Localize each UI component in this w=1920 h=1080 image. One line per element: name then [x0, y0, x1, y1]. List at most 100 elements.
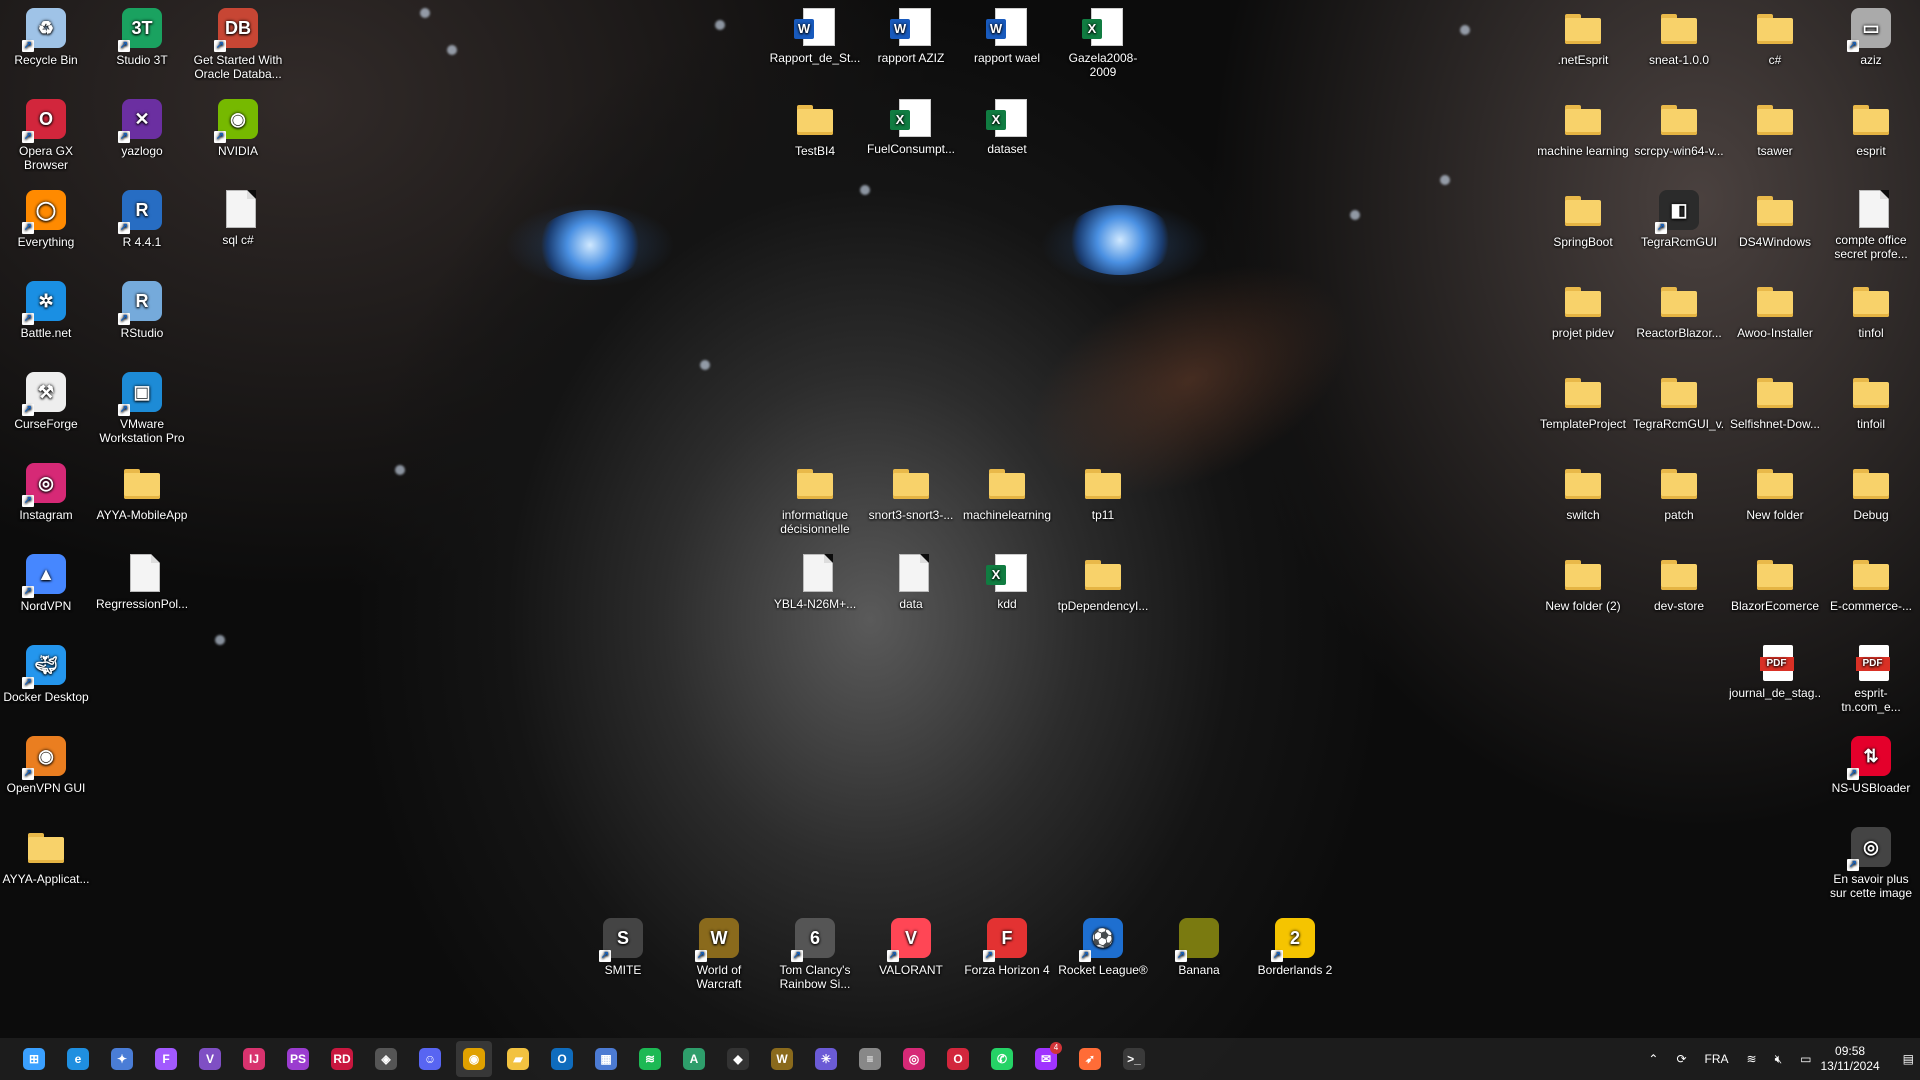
desktop-icon[interactable]: Gazela2008-2009 [1057, 0, 1149, 90]
desktop-icon[interactable]: tpDependencyI... [1057, 546, 1149, 636]
taskbar-network[interactable]: ▦ [588, 1041, 624, 1077]
taskbar-phpstorm[interactable]: PS [280, 1041, 316, 1077]
taskbar-instagram[interactable]: ◎ [896, 1041, 932, 1077]
clock[interactable]: 09:58 13/11/2024 [1820, 1044, 1879, 1074]
desktop-icon[interactable]: 🐳︎Docker Desktop [0, 637, 92, 727]
taskbar-database[interactable]: ≡ [852, 1041, 888, 1077]
taskbar-chrome[interactable]: ◉ [456, 1041, 492, 1077]
desktop-icon[interactable]: projet pidev [1537, 273, 1629, 363]
desktop-icon[interactable]: dataset [961, 91, 1053, 181]
taskbar-android-studio[interactable]: A [676, 1041, 712, 1077]
desktop-icon[interactable]: snort3-snort3-... [865, 455, 957, 545]
sync-icon[interactable]: ⟳ [1676, 1052, 1686, 1066]
desktop-icon[interactable]: c# [1729, 0, 1821, 90]
taskbar-intellij[interactable]: IJ [236, 1041, 272, 1077]
desktop-icon[interactable]: E-commerce-... [1825, 546, 1917, 636]
taskbar-terminal[interactable]: >_ [1116, 1041, 1152, 1077]
desktop-icon[interactable]: OOpera GX Browser [0, 91, 92, 181]
desktop-icon[interactable]: ✕yazlogo [96, 91, 188, 181]
desktop-icon[interactable]: FuelConsumpt... [865, 91, 957, 181]
desktop-icon[interactable]: ReactorBlazor... [1633, 273, 1725, 363]
desktop-icon[interactable]: Awoo-Installer [1729, 273, 1821, 363]
taskbar-app-store[interactable]: ✦ [104, 1041, 140, 1077]
desktop-icon[interactable]: ♻Recycle Bin [0, 0, 92, 90]
taskbar-opera[interactable]: O [940, 1041, 976, 1077]
chevron-up-icon[interactable]: ⌃ [1648, 1052, 1658, 1066]
language-indicator[interactable]: FRA [1705, 1052, 1729, 1066]
desktop-icon[interactable]: ✲Battle.net [0, 273, 92, 363]
desktop-icon[interactable]: ⚽Rocket League® [1057, 910, 1149, 1000]
desktop-icon[interactable]: TemplateProject [1537, 364, 1629, 454]
desktop-icon[interactable]: 2Borderlands 2 [1249, 910, 1341, 1000]
desktop-icon[interactable]: ▣VMware Workstation Pro [96, 364, 188, 454]
desktop-icon[interactable]: 3TStudio 3T [96, 0, 188, 90]
desktop-icon[interactable]: VVALORANT [865, 910, 957, 1000]
desktop-icon[interactable]: journal_de_stag... [1729, 637, 1821, 727]
taskbar-edge[interactable]: e [60, 1041, 96, 1077]
desktop-icon[interactable]: ◧TegraRcmGUI [1633, 182, 1725, 272]
desktop-icon[interactable]: ▲NordVPN [0, 546, 92, 636]
desktop-icon[interactable]: .netEsprit [1537, 0, 1629, 90]
desktop-icon[interactable]: rapport AZIZ [865, 0, 957, 90]
taskbar-discord[interactable]: ☺ [412, 1041, 448, 1077]
desktop-icon[interactable]: scrcpy-win64-v... [1633, 91, 1725, 181]
desktop-icon[interactable]: DS4Windows [1729, 182, 1821, 272]
taskbar-file-explorer[interactable]: ▰ [500, 1041, 536, 1077]
desktop-icon[interactable]: FForza Horizon 4 [961, 910, 1053, 1000]
desktop-icon[interactable]: data [865, 546, 957, 636]
desktop-icon[interactable]: SpringBoot [1537, 182, 1629, 272]
desktop-icon[interactable]: TestBI4 [769, 91, 861, 181]
desktop-icon[interactable]: ◉NVIDIA [192, 91, 284, 181]
battery-icon[interactable]: ▭ [1800, 1052, 1811, 1066]
desktop-icon[interactable]: BlazorEcomerce [1729, 546, 1821, 636]
taskbar-wow[interactable]: W [764, 1041, 800, 1077]
desktop-icon[interactable]: sql c# [192, 182, 284, 272]
desktop-icon[interactable]: RegrressionPol... [96, 546, 188, 636]
desktop-icon[interactable]: tp11 [1057, 455, 1149, 545]
taskbar-riot[interactable]: ◆ [720, 1041, 756, 1077]
desktop-icon[interactable]: ◎En savoir plus sur cette image [1825, 819, 1917, 909]
taskbar-rider[interactable]: RD [324, 1041, 360, 1077]
desktop-icon[interactable]: kdd [961, 546, 1053, 636]
desktop-icon[interactable]: tsawer [1729, 91, 1821, 181]
desktop-icon[interactable]: ◉OpenVPN GUI [0, 728, 92, 818]
desktop-icon[interactable]: New folder [1729, 455, 1821, 545]
desktop-icon[interactable]: Debug [1825, 455, 1917, 545]
taskbar-messenger[interactable]: ✉ 4 [1028, 1041, 1064, 1077]
desktop-icon[interactable]: SSMITE [577, 910, 669, 1000]
desktop-icon[interactable]: esprit-tn.com_e... [1825, 637, 1917, 727]
notification-icon[interactable]: ▤ [1903, 1052, 1914, 1066]
desktop-icon[interactable]: switch [1537, 455, 1629, 545]
desktop-icon[interactable]: patch [1633, 455, 1725, 545]
desktop-icon[interactable]: ⚒CurseForge [0, 364, 92, 454]
desktop-icon[interactable]: sneat-1.0.0 [1633, 0, 1725, 90]
desktop-icon[interactable]: rapport wael [961, 0, 1053, 90]
desktop-icon[interactable]: esprit [1825, 91, 1917, 181]
taskbar-whatsapp[interactable]: ✆ [984, 1041, 1020, 1077]
taskbar-start-button[interactable]: ⊞ [16, 1041, 52, 1077]
desktop-icon[interactable]: RR 4.4.1 [96, 182, 188, 272]
taskbar-settings-app[interactable]: ✳ [808, 1041, 844, 1077]
desktop-icon[interactable]: AYYA-Applicat... [0, 819, 92, 909]
desktop-icon[interactable]: machine learning [1537, 91, 1629, 181]
desktop-icon[interactable]: WWorld of Warcraft [673, 910, 765, 1000]
taskbar-outlook[interactable]: O [544, 1041, 580, 1077]
desktop-icon[interactable]: machinelearning [961, 455, 1053, 545]
desktop-icon[interactable]: RRStudio [96, 273, 188, 363]
desktop-icon[interactable]: ◎Instagram [0, 455, 92, 545]
taskbar-postman[interactable]: ➶ [1072, 1041, 1108, 1077]
desktop-icon[interactable]: 6Tom Clancy's Rainbow Si... [769, 910, 861, 1000]
desktop-icon[interactable]: ▭aziz [1825, 0, 1917, 90]
taskbar-figma[interactable]: F [148, 1041, 184, 1077]
desktop-icon[interactable]: dev-store [1633, 546, 1725, 636]
desktop-icon[interactable]: Selfishnet-Dow... [1729, 364, 1821, 454]
taskbar-spotify[interactable]: ≋ [632, 1041, 668, 1077]
taskbar-unity[interactable]: ◈ [368, 1041, 404, 1077]
desktop-icon[interactable]: ◯Everything [0, 182, 92, 272]
desktop-icon[interactable]: informatique décisionnelle [769, 455, 861, 545]
desktop-icon[interactable]: tinfoil [1825, 364, 1917, 454]
desktop-icon[interactable]: Banana [1153, 910, 1245, 1000]
desktop-icon[interactable]: TegraRcmGUI_v... [1633, 364, 1725, 454]
desktop-icon[interactable]: ⇅NS-USBloader [1825, 728, 1917, 818]
volume-muted-icon[interactable]: 🔇︎ [1775, 1052, 1783, 1067]
